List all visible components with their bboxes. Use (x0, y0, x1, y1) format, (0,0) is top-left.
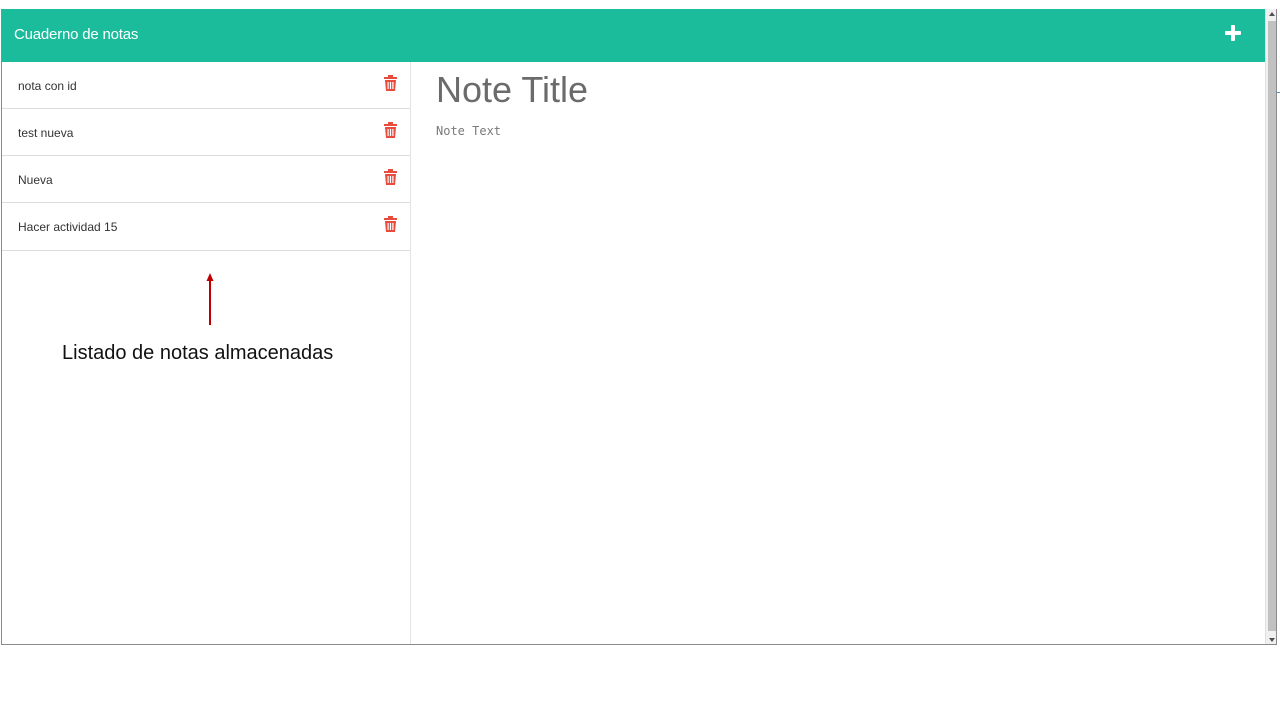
scroll-thumb[interactable] (1268, 21, 1276, 631)
scroll-down-icon[interactable] (1269, 638, 1275, 642)
note-item-label: nota con id (18, 79, 77, 93)
list-item[interactable]: test nueva (2, 109, 410, 156)
list-item[interactable]: nota con id (2, 62, 410, 109)
trash-icon[interactable] (384, 122, 397, 138)
app-brand[interactable]: Cuaderno de notas (14, 26, 138, 43)
note-item-label: test nueva (18, 126, 74, 140)
arrow-up-icon (206, 273, 214, 325)
note-item-label: Hacer actividad 15 (18, 220, 118, 234)
add-note-button[interactable] (1224, 24, 1242, 42)
scroll-up-icon[interactable] (1269, 12, 1275, 16)
trash-icon[interactable] (384, 169, 397, 185)
notes-list: nota con id test nueva Nueva Hacer activ… (2, 62, 411, 644)
vertical-scrollbar[interactable] (1265, 9, 1276, 644)
note-editor (411, 62, 1265, 644)
navbar: Cuaderno de notas (2, 9, 1265, 62)
trash-icon[interactable] (384, 75, 397, 91)
note-text-input[interactable] (436, 124, 1236, 624)
trash-icon[interactable] (384, 216, 397, 232)
list-item[interactable]: Nueva (2, 156, 410, 203)
app-window: Cuaderno de notas nota con id test nueva (1, 9, 1277, 645)
list-item[interactable]: Hacer actividad 15 (2, 203, 410, 251)
note-item-label: Nueva (18, 173, 53, 187)
note-title-input[interactable] (436, 68, 1136, 112)
annotation-label: Listado de notas almacenadas (62, 342, 334, 364)
